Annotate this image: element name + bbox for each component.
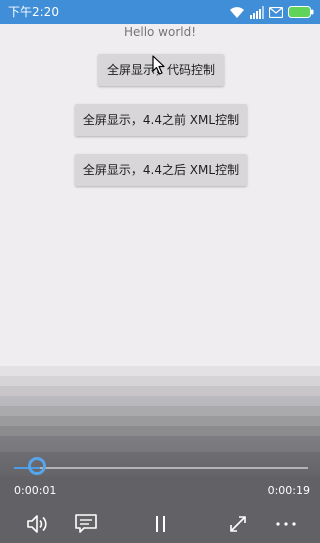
hello-text: Hello world!: [123, 25, 197, 39]
pause-icon[interactable]: [149, 512, 173, 536]
mouse-cursor-icon: [152, 55, 166, 79]
seek-track[interactable]: [40, 467, 308, 469]
total-time: 0:00:19: [267, 484, 310, 497]
battery-icon: [288, 6, 314, 18]
subtitle-icon[interactable]: [74, 512, 98, 536]
signal-icon: [250, 5, 264, 19]
more-icon[interactable]: [274, 512, 298, 536]
control-bar: [0, 506, 320, 543]
seek-thumb[interactable]: [28, 457, 46, 475]
status-icons: [229, 4, 314, 20]
volume-icon[interactable]: [26, 512, 50, 536]
video-player-controls: 0:00:01 0:00:19: [0, 366, 320, 543]
fullscreen-xml-pre44-button[interactable]: 全屏显示，4.4之前 XML控制: [75, 104, 247, 136]
wifi-icon: [229, 6, 245, 19]
mail-icon: [269, 6, 283, 18]
fullscreen-icon[interactable]: [226, 512, 250, 536]
status-bar: 下午2:20: [0, 0, 320, 24]
fullscreen-xml-post44-button[interactable]: 全屏显示，4.4之后 XML控制: [75, 154, 247, 186]
status-time: 下午2:20: [8, 5, 59, 19]
current-time: 0:00:01: [14, 484, 57, 497]
